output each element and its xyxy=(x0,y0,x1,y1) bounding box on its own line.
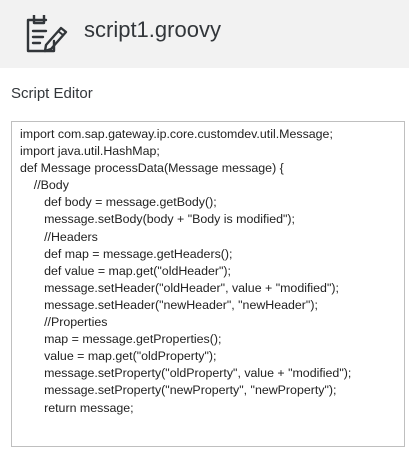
code-editor[interactable]: import com.sap.gateway.ip.core.customdev… xyxy=(11,121,405,447)
code-line[interactable]: def map = message.getHeaders(); xyxy=(20,246,351,263)
code-line[interactable]: message.setBody(body + "Body is modified… xyxy=(20,211,351,228)
code-line[interactable]: def Message processData(Message message)… xyxy=(20,160,351,177)
file-header: script1.groovy xyxy=(0,0,409,68)
code-line[interactable]: message.setProperty("newProperty", "newP… xyxy=(20,382,351,399)
code-line[interactable]: message.setProperty("oldProperty", value… xyxy=(20,365,351,382)
code-line[interactable]: //Properties xyxy=(20,314,351,331)
code-line[interactable]: def value = map.get("oldHeader"); xyxy=(20,263,351,280)
code-lines: import com.sap.gateway.ip.core.customdev… xyxy=(20,126,351,417)
code-line[interactable]: value = map.get("oldProperty"); xyxy=(20,348,351,365)
code-line[interactable]: //Body xyxy=(20,177,351,194)
code-line[interactable]: message.setHeader("oldHeader", value + "… xyxy=(20,280,351,297)
code-line[interactable]: //Headers xyxy=(20,229,351,246)
code-line[interactable]: def body = message.getBody(); xyxy=(20,194,351,211)
script-file-pen-icon xyxy=(22,11,70,55)
code-line[interactable]: import com.sap.gateway.ip.core.customdev… xyxy=(20,126,351,143)
script-editor-label: Script Editor xyxy=(11,85,93,102)
file-title: script1.groovy xyxy=(84,17,221,42)
code-line[interactable]: message.setHeader("newHeader", "newHeade… xyxy=(20,297,351,314)
code-line[interactable]: import java.util.HashMap; xyxy=(20,143,351,160)
code-line[interactable]: map = message.getProperties(); xyxy=(20,331,351,348)
code-line[interactable]: return message; xyxy=(20,400,351,417)
